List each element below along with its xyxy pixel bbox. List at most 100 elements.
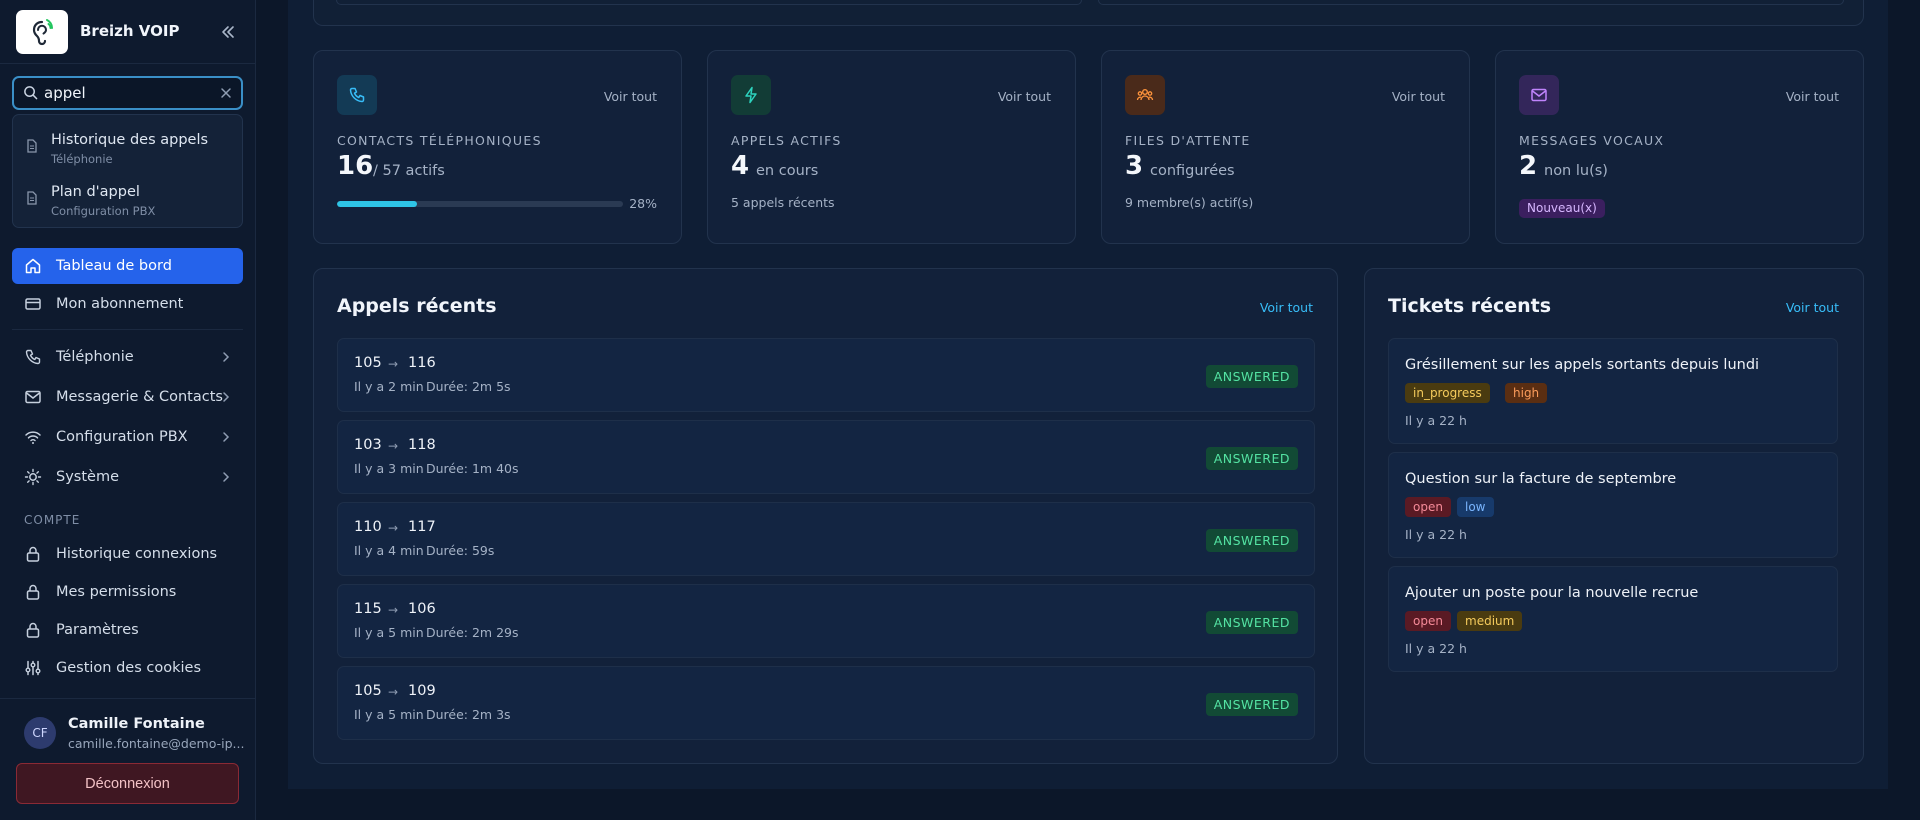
lock-icon bbox=[24, 545, 42, 567]
sidebar-item-label: Téléphonie bbox=[56, 349, 134, 365]
users-icon bbox=[1125, 75, 1165, 115]
collapse-sidebar-button[interactable] bbox=[214, 18, 242, 46]
status-badge: ANSWERED bbox=[1205, 365, 1298, 388]
status-badge: Nouveau(x) bbox=[1519, 199, 1605, 218]
stat-value: 2 bbox=[1519, 151, 1538, 181]
recent-calls-panel: Appels récents Voir tout 105 → 116 Il y … bbox=[313, 268, 1338, 764]
call-duration: Durée: 2m 5s bbox=[426, 379, 511, 394]
see-all-link[interactable]: Voir tout bbox=[998, 89, 1051, 104]
status-badge: ANSWERED bbox=[1205, 611, 1298, 634]
sidebar-item-login-history[interactable]: Historique connexions bbox=[12, 536, 243, 572]
user-profile[interactable]: CF Camille Fontaine camille.fontaine@dem… bbox=[0, 698, 256, 754]
call-row[interactable]: 110 → 117 Il y a 4 min Durée: 59s ANSWER… bbox=[337, 502, 1315, 576]
see-all-link[interactable]: Voir tout bbox=[1392, 89, 1445, 104]
arrow-right-icon: → bbox=[388, 439, 399, 453]
ticket-priority-badge: low bbox=[1457, 497, 1494, 517]
call-row[interactable]: 105 → 116 Il y a 2 min Durée: 2m 5s ANSW… bbox=[337, 338, 1315, 412]
home-icon bbox=[24, 257, 42, 279]
ticket-card[interactable]: Ajouter un poste pour la nouvelle recrue… bbox=[1388, 566, 1838, 672]
call-row[interactable]: 103 → 118 Il y a 3 min Durée: 1m 40s ANS… bbox=[337, 420, 1315, 494]
see-all-link[interactable]: Voir tout bbox=[1786, 89, 1839, 104]
recent-tickets-panel: Tickets récents Voir tout Grésillement s… bbox=[1364, 268, 1864, 764]
sidebar-item-subscription[interactable]: Mon abonnement bbox=[12, 286, 243, 322]
sidebar-item-label: Messagerie & Contacts bbox=[56, 389, 223, 405]
logout-button[interactable]: Déconnexion bbox=[16, 763, 239, 804]
sidebar-item-pbx[interactable]: Configuration PBX bbox=[12, 419, 243, 455]
sidebar-item-label: Système bbox=[56, 469, 119, 485]
sidebar-item-label: Tableau de bord bbox=[56, 258, 172, 274]
stat-card-active-calls: Voir tout APPELS ACTIFS 4 en cours 5 app… bbox=[707, 50, 1076, 244]
document-icon bbox=[25, 138, 39, 157]
stat-value: 16 bbox=[337, 151, 374, 181]
call-time: Il y a 2 min bbox=[354, 379, 424, 394]
call-time: Il y a 4 min bbox=[354, 543, 424, 558]
stat-unit: / 57 actifs bbox=[373, 163, 445, 179]
call-to: 106 bbox=[408, 601, 436, 617]
call-to: 116 bbox=[408, 355, 436, 371]
ticket-time: Il y a 22 h bbox=[1405, 527, 1467, 542]
brand-logo[interactable] bbox=[16, 10, 68, 54]
call-from: 103 bbox=[354, 437, 382, 453]
stat-label: APPELS ACTIFS bbox=[731, 133, 842, 148]
call-duration: Durée: 2m 29s bbox=[426, 625, 519, 640]
sidebar-item-dashboard[interactable]: Tableau de bord bbox=[12, 248, 243, 284]
document-icon bbox=[25, 190, 39, 209]
stat-card-contacts: Voir tout CONTACTS TÉLÉPHONIQUES 16 / 57… bbox=[313, 50, 682, 244]
search-input[interactable] bbox=[44, 82, 214, 104]
call-to: 109 bbox=[408, 683, 436, 699]
ticket-card[interactable]: Grésillement sur les appels sortants dep… bbox=[1388, 338, 1838, 444]
mail-icon bbox=[24, 388, 42, 410]
sidebar-item-messaging[interactable]: Messagerie & Contacts bbox=[12, 379, 243, 415]
call-row[interactable]: 115 → 106 Il y a 5 min Durée: 2m 29s ANS… bbox=[337, 584, 1315, 658]
top-panel bbox=[313, 0, 1864, 26]
call-from: 110 bbox=[354, 519, 382, 535]
panel-title: Appels récents bbox=[337, 295, 497, 317]
settings-lock-icon bbox=[24, 621, 42, 643]
ticket-card[interactable]: Question sur la facture de septembre ope… bbox=[1388, 452, 1838, 558]
call-time: Il y a 3 min bbox=[354, 461, 424, 476]
sidebar: Breizh VOIP Historique des appels Téléph… bbox=[0, 0, 256, 820]
call-time: Il y a 5 min bbox=[354, 625, 424, 640]
clear-search-icon[interactable] bbox=[217, 84, 235, 102]
status-badge: ANSWERED bbox=[1205, 693, 1298, 716]
stat-card-queues: Voir tout FILES D'ATTENTE 3 configurées … bbox=[1101, 50, 1470, 244]
contacts-progress-bar bbox=[337, 201, 623, 207]
call-from: 105 bbox=[354, 355, 382, 371]
top-panel-card bbox=[336, 0, 1082, 5]
search-result-item[interactable]: Plan d'appel Configuration PBX bbox=[13, 172, 242, 222]
see-all-tickets-link[interactable]: Voir tout bbox=[1786, 300, 1839, 315]
sidebar-item-cookies[interactable]: Gestion des cookies bbox=[12, 650, 243, 686]
stat-unit: non lu(s) bbox=[1544, 163, 1608, 179]
arrow-right-icon: → bbox=[388, 521, 399, 535]
ticket-priority-badge: high bbox=[1505, 383, 1548, 403]
call-duration: Durée: 2m 3s bbox=[426, 707, 511, 722]
stat-label: MESSAGES VOCAUX bbox=[1519, 133, 1665, 148]
search-result-category: Téléphonie bbox=[51, 152, 113, 166]
ticket-time: Il y a 22 h bbox=[1405, 641, 1467, 656]
section-label-account: COMPTE bbox=[24, 513, 81, 527]
sidebar-item-settings[interactable]: Paramètres bbox=[12, 612, 243, 648]
phone-icon bbox=[337, 75, 377, 115]
chevrons-left-icon bbox=[222, 26, 234, 38]
status-badge: ANSWERED bbox=[1205, 447, 1298, 470]
sidebar-item-system[interactable]: Système bbox=[12, 459, 243, 495]
see-all-calls-link[interactable]: Voir tout bbox=[1260, 300, 1313, 315]
sidebar-item-telephony[interactable]: Téléphonie bbox=[12, 339, 243, 375]
call-from: 105 bbox=[354, 683, 382, 699]
search-result-item[interactable]: Historique des appels Téléphonie bbox=[13, 120, 242, 170]
wifi-icon bbox=[24, 428, 42, 450]
call-duration: Durée: 1m 40s bbox=[426, 461, 519, 476]
ticket-status-badge: in_progress bbox=[1405, 383, 1490, 403]
stat-unit: configurées bbox=[1150, 163, 1235, 179]
see-all-link[interactable]: Voir tout bbox=[604, 89, 657, 104]
ticket-status-badge: open bbox=[1405, 497, 1451, 517]
call-row[interactable]: 105 → 109 Il y a 5 min Durée: 2m 3s ANSW… bbox=[337, 666, 1315, 740]
status-badge: ANSWERED bbox=[1205, 529, 1298, 552]
sidebar-item-label: Mes permissions bbox=[56, 584, 177, 600]
arrow-right-icon: → bbox=[388, 603, 399, 617]
sidebar-item-label: Gestion des cookies bbox=[56, 660, 201, 676]
sidebar-item-permissions[interactable]: Mes permissions bbox=[12, 574, 243, 610]
chevron-right-icon bbox=[219, 469, 233, 488]
brand-name: Breizh VOIP bbox=[80, 22, 180, 40]
ticket-title: Grésillement sur les appels sortants dep… bbox=[1405, 357, 1760, 373]
